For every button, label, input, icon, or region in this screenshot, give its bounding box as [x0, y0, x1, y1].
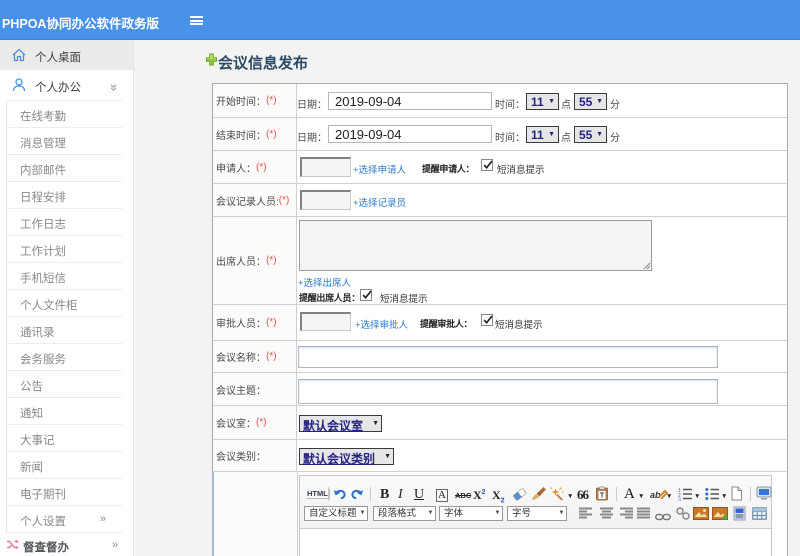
svg-text:3: 3 — [678, 498, 681, 502]
svg-text:T: T — [600, 493, 605, 500]
